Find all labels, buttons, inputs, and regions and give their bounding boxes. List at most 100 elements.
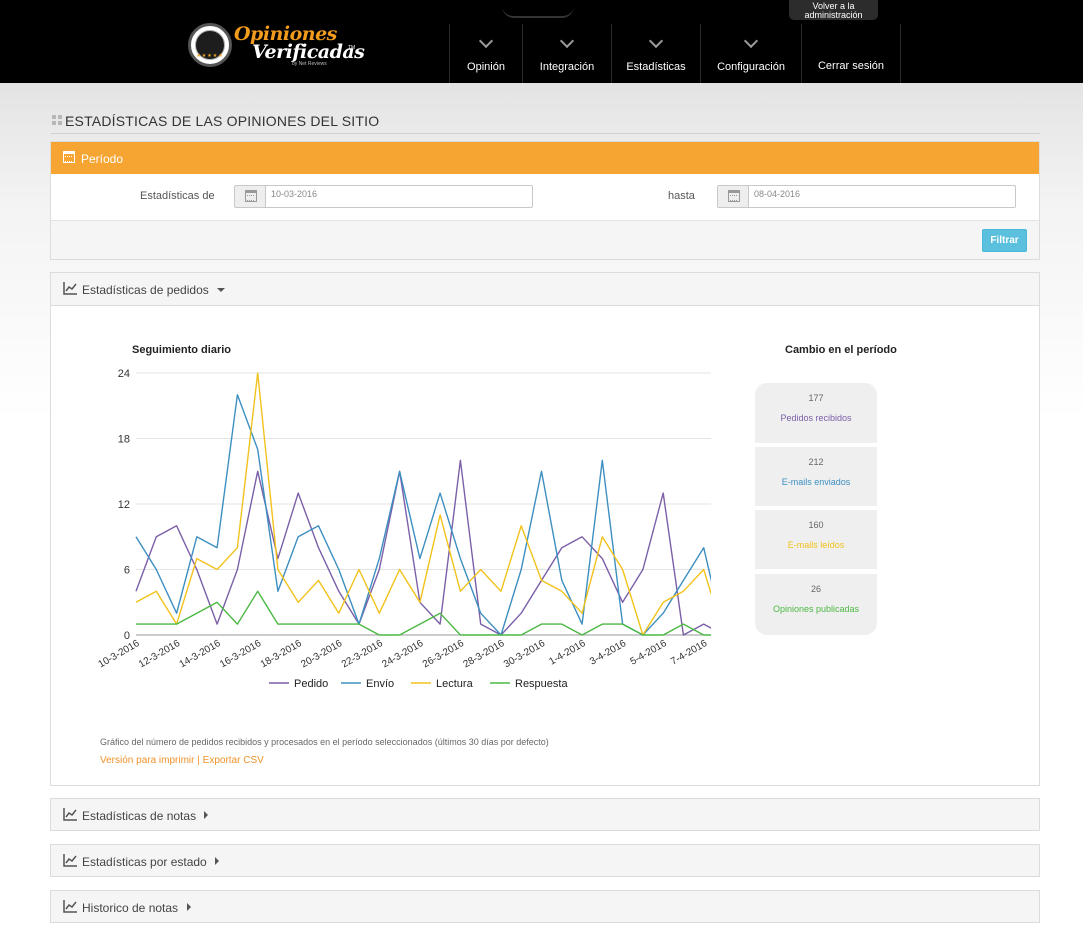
period-panel-header: Período bbox=[51, 142, 1039, 174]
order-stats-header[interactable]: Estadísticas de pedidos bbox=[51, 273, 1039, 306]
top-notch-decoration bbox=[502, 0, 574, 18]
x-tick-label: 7-4-2016 bbox=[669, 638, 710, 668]
opiniones-verificadas-logo[interactable]: ★★★★★ Opiniones Verificadas TM by Net Re… bbox=[188, 23, 365, 69]
nav-logout-label: Cerrar sesión bbox=[817, 60, 885, 72]
chevron-down-icon bbox=[648, 33, 664, 49]
change-card-label: E-mails enviados bbox=[781, 477, 851, 487]
order-stats-panel: Estadísticas de pedidos Seguimiento diar… bbox=[50, 272, 1040, 786]
change-card-reviews-published: 26 Opiniones publicadas bbox=[755, 574, 877, 635]
nav-opinion-label: Opinión bbox=[467, 61, 505, 73]
top-navigation-bar: Volver a la administración ★★★★★ Opinion… bbox=[0, 0, 1083, 83]
chart-title: Seguimiento diario bbox=[132, 344, 232, 356]
rating-stats-panel: Estadísticas de notas bbox=[50, 798, 1040, 831]
nav-configuracion[interactable]: Configuración bbox=[700, 24, 801, 83]
back-to-admin-button[interactable]: Volver a la administración bbox=[789, 0, 878, 20]
change-card-label: E-mails leídos bbox=[787, 540, 845, 550]
nav-integracion-label: Integración bbox=[539, 61, 595, 73]
chart-links: Versión para imprimir | Exportar CSV bbox=[100, 755, 264, 766]
link-separator: | bbox=[197, 755, 200, 766]
export-csv-link[interactable]: Exportar CSV bbox=[203, 755, 264, 766]
filter-button[interactable]: Filtrar bbox=[982, 229, 1027, 252]
x-tick-label: 5-4-2016 bbox=[629, 638, 670, 668]
nav-integracion[interactable]: Integración bbox=[522, 24, 611, 83]
daily-tracking-chart: 0 6 12 18 24 10-3-201612-3-201614-3-201616-3-… bbox=[97, 368, 711, 690]
y-tick-label: 0 bbox=[124, 630, 130, 642]
line-chart-icon bbox=[63, 900, 77, 913]
line-chart-icon bbox=[63, 808, 77, 821]
x-tick-label: 26-3-2016 bbox=[421, 638, 466, 671]
nav-estadisticas[interactable]: Estadísticas bbox=[611, 24, 700, 83]
logo-byline: by Net Reviews bbox=[292, 61, 327, 67]
line-chart-icon bbox=[63, 282, 77, 295]
x-tick-label: 28-3-2016 bbox=[461, 638, 506, 671]
nav-logout[interactable]: Cerrar sesión bbox=[801, 24, 901, 83]
x-tick-label: 10-3-2016 bbox=[97, 638, 142, 671]
grid-icon bbox=[52, 115, 63, 126]
to-date-calendar-button[interactable] bbox=[718, 186, 749, 207]
nav-estadisticas-label: Estadísticas bbox=[626, 61, 686, 73]
chevron-down-icon bbox=[559, 33, 575, 49]
caret-down-icon bbox=[217, 288, 225, 292]
page-title: ESTADÍSTICAS DE LAS OPINIONES DEL SITIO bbox=[51, 112, 1040, 134]
calendar-icon bbox=[63, 151, 75, 163]
logo-trademark: TM bbox=[348, 45, 356, 51]
order-stats-heading: Estadísticas de pedidos bbox=[82, 283, 209, 297]
rating-stats-header[interactable]: Estadísticas de notas bbox=[51, 799, 1039, 830]
caret-right-icon bbox=[215, 857, 219, 865]
x-tick-label: 22-3-2016 bbox=[340, 638, 385, 671]
y-tick-label: 12 bbox=[118, 499, 130, 511]
rating-stats-heading: Estadísticas de notas bbox=[82, 809, 197, 823]
rating-history-heading: Historico de notas bbox=[82, 901, 179, 915]
chevron-down-icon bbox=[478, 33, 494, 49]
period-panel: Período Estadísticas de hasta Filtrar bbox=[50, 141, 1040, 260]
rating-history-header[interactable]: Historico de notas bbox=[51, 891, 1039, 922]
change-card-label: Pedidos recibidos bbox=[780, 413, 852, 423]
change-card-label: Opiniones publicadas bbox=[772, 604, 860, 614]
x-tick-label: 20-3-2016 bbox=[299, 638, 344, 671]
status-stats-heading: Estadísticas por estado bbox=[82, 855, 207, 869]
from-date-field[interactable] bbox=[234, 185, 533, 208]
legend-label: Respuesta bbox=[515, 678, 568, 690]
x-tick-label: 14-3-2016 bbox=[178, 638, 223, 671]
change-card-emails-sent: 212 E-mails enviados bbox=[755, 447, 877, 506]
x-tick-label: 24-3-2016 bbox=[380, 638, 425, 671]
x-tick-label: 30-3-2016 bbox=[502, 638, 547, 671]
calendar-icon bbox=[245, 190, 257, 202]
period-panel-footer: Filtrar bbox=[51, 220, 1039, 259]
change-card-value: 160 bbox=[808, 520, 824, 530]
change-card-emails-read: 160 E-mails leídos bbox=[755, 510, 877, 569]
change-card-value: 177 bbox=[808, 393, 824, 403]
print-version-link[interactable]: Versión para imprimir bbox=[100, 755, 194, 766]
calendar-icon bbox=[728, 190, 740, 202]
to-date-input[interactable] bbox=[754, 189, 954, 199]
chevron-down-icon bbox=[743, 33, 759, 49]
to-date-field[interactable] bbox=[717, 185, 1016, 208]
change-card-orders: 177 Pedidos recibidos bbox=[755, 383, 877, 443]
status-stats-panel: Estadísticas por estado bbox=[50, 844, 1040, 877]
y-tick-label: 24 bbox=[118, 368, 130, 380]
nav-configuracion-label: Configuración bbox=[717, 61, 785, 73]
status-stats-header[interactable]: Estadísticas por estado bbox=[51, 845, 1039, 876]
to-date-label: hasta bbox=[668, 190, 695, 202]
nav-opinion[interactable]: Opinión bbox=[449, 24, 522, 83]
x-tick-label: 18-3-2016 bbox=[259, 638, 304, 671]
from-date-input[interactable] bbox=[271, 189, 471, 199]
legend-label: Envío bbox=[366, 678, 394, 690]
x-tick-label: 1-4-2016 bbox=[547, 638, 588, 668]
legend-label: Lectura bbox=[436, 678, 474, 690]
x-tick-label: 3-4-2016 bbox=[588, 638, 629, 668]
caret-right-icon bbox=[204, 811, 208, 819]
logo-badge-icon: ★★★★★ bbox=[188, 23, 232, 67]
caret-right-icon bbox=[187, 903, 191, 911]
back-to-admin-label-line2: administración bbox=[804, 10, 863, 20]
change-title: Cambio en el período bbox=[785, 344, 897, 356]
rating-history-panel: Historico de notas bbox=[50, 890, 1040, 923]
page-title-text: ESTADÍSTICAS DE LAS OPINIONES DEL SITIO bbox=[65, 113, 380, 129]
chart-note: Gráfico del número de pedidos recibidos … bbox=[100, 737, 549, 747]
y-tick-label: 18 bbox=[118, 434, 130, 446]
from-date-calendar-button[interactable] bbox=[235, 186, 266, 207]
change-card-value: 26 bbox=[810, 584, 821, 594]
change-card-value: 212 bbox=[808, 457, 824, 467]
y-tick-label: 6 bbox=[124, 565, 130, 577]
period-heading: Período bbox=[81, 152, 124, 166]
